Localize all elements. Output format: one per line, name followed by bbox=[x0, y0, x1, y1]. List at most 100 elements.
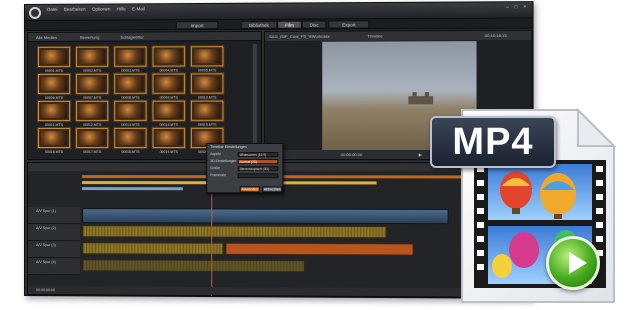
page-fold bbox=[577, 107, 617, 147]
clip-thumbnail-label: 00017.MTS bbox=[83, 150, 102, 155]
menu-file[interactable]: Datei bbox=[47, 7, 58, 12]
screenshot-stage: Datei Bearbeiten Optionen Hilfe E-Mail –… bbox=[0, 0, 632, 310]
tab-export[interactable]: Export bbox=[328, 20, 370, 29]
clip-thumbnail-label: 00009.MTS bbox=[159, 95, 178, 100]
clip-thumbnail-image bbox=[41, 103, 68, 118]
menu-options[interactable]: Optionen bbox=[92, 7, 110, 12]
window-controls[interactable]: – □ × bbox=[506, 4, 528, 10]
dialog-title: Timeline Einstellungen bbox=[210, 144, 247, 149]
clip-thumbnail-image bbox=[194, 76, 221, 91]
clip-thumbnail-image bbox=[155, 76, 182, 91]
preview-timecode: 00:10:18:15 bbox=[484, 32, 507, 39]
clip-thumbnail[interactable]: 00013.MTS bbox=[114, 100, 147, 127]
clip-thumbnail[interactable]: 00014.MTS bbox=[152, 100, 185, 127]
dialog-select-3d[interactable]: Normal (2D) bbox=[237, 159, 279, 165]
pinnacle-logo-icon[interactable] bbox=[28, 6, 42, 19]
clip-thumbnail-label: 00010.MTS bbox=[198, 95, 217, 100]
audio-clip-track-3[interactable] bbox=[82, 242, 224, 255]
clip-thumbnail[interactable]: 00016.MTS bbox=[37, 127, 71, 154]
audio-clip-track-4[interactable] bbox=[82, 259, 305, 273]
dialog-label-3d: 3D-Einstellungen bbox=[210, 159, 237, 164]
clip-thumbnail-image bbox=[155, 49, 182, 64]
preview-header: SAG_ISIF_Cord_P5_%Workcase Timeline 00:1… bbox=[265, 30, 532, 41]
dialog-cancel-button[interactable]: Abbrechen bbox=[262, 186, 283, 193]
preview-tab-timeline[interactable]: Timeline bbox=[367, 33, 382, 38]
dialog-select-aspect[interactable]: Widescreen (16:9) bbox=[237, 152, 279, 158]
clip-thumbnail-image bbox=[41, 76, 68, 91]
timeline-start-timecode: 00:00:00:00 bbox=[35, 288, 56, 293]
clip-thumbnail[interactable]: 00010.MTS bbox=[190, 73, 224, 100]
clip-thumbnail[interactable]: 00008.MTS bbox=[114, 73, 147, 100]
track-label-4[interactable]: A/V Spur (4) bbox=[27, 258, 81, 276]
dialog-label-size: Größe bbox=[210, 166, 220, 171]
clip-thumbnail[interactable]: 00001.MTS bbox=[37, 46, 71, 73]
dialog-select-size[interactable]: Stereoskopisch (3D) bbox=[237, 166, 279, 172]
clip-thumbnail-label: 00016.MTS bbox=[44, 150, 64, 155]
library-scrollbar[interactable] bbox=[252, 44, 257, 156]
play-icon[interactable]: ▶ bbox=[419, 152, 422, 157]
tab-library[interactable]: Bibliothek bbox=[240, 20, 278, 29]
clip-thumbnail-image bbox=[194, 103, 221, 118]
library-toolbar: Alle Medien Bewertung Schlagwörter bbox=[27, 31, 262, 42]
library-filter-all[interactable]: Alle Medien bbox=[36, 35, 57, 40]
preview-image-tower-left bbox=[412, 92, 417, 98]
track-label-2[interactable]: A/V Spur (2) bbox=[27, 224, 81, 242]
dialog-apply-button[interactable]: Anwenden bbox=[239, 186, 260, 193]
clip-thumbnail-image bbox=[155, 103, 182, 118]
clip-thumbnail-image bbox=[41, 49, 68, 64]
clip-thumbnail-label: 00004.MTS bbox=[159, 68, 178, 73]
clip-thumbnail-image bbox=[79, 130, 106, 145]
clip-thumbnail-image bbox=[117, 76, 144, 91]
clip-thumbnail[interactable]: 00015.MTS bbox=[190, 100, 224, 127]
clip-thumbnail[interactable]: 00011.MTS bbox=[37, 100, 71, 127]
dialog-label-aspect: Aspekt bbox=[210, 152, 221, 157]
tab-movie[interactable]: Film bbox=[277, 20, 302, 29]
clip-thumbnail[interactable]: 00017.MTS bbox=[76, 127, 109, 154]
clip-thumbnail[interactable]: 00005.MTS bbox=[190, 46, 224, 72]
clip-thumbnail[interactable]: 00006.MTS bbox=[37, 73, 71, 100]
video-clip-track-1[interactable] bbox=[82, 208, 449, 225]
clip-thumbnail[interactable]: 00003.MTS bbox=[114, 46, 147, 73]
transport-timecode-start: 00:00:00:00 bbox=[340, 152, 363, 158]
tab-import[interactable]: Import bbox=[175, 21, 219, 30]
menu-help[interactable]: Hilfe bbox=[117, 6, 126, 11]
library-filter-tags[interactable]: Schlagwörter bbox=[120, 34, 144, 39]
clip-thumbnail-image bbox=[155, 130, 182, 145]
clip-thumbnail-label: 00011.MTS bbox=[45, 122, 63, 127]
dialog-label-framerate: Framerate bbox=[210, 173, 227, 178]
clip-thumbnail-label: 00015.MTS bbox=[198, 122, 217, 127]
track-label-1[interactable]: A/V Spur (1) bbox=[27, 207, 81, 225]
clip-thumbnail-label: 00005.MTS bbox=[198, 68, 217, 73]
clip-thumbnail-label: 00007.MTS bbox=[83, 95, 102, 100]
clip-thumbnail-image bbox=[79, 76, 106, 91]
clip-thumbnail-label: 00006.MTS bbox=[44, 95, 64, 100]
tab-disc[interactable]: Disc bbox=[301, 20, 327, 29]
clip-thumbnail-label: 00002.MTS bbox=[83, 68, 102, 73]
title-clip-track-3[interactable] bbox=[225, 242, 414, 256]
play-icon[interactable] bbox=[546, 236, 600, 290]
timeline-settings-dialog: Timeline Einstellungen Aspekt Widescreen… bbox=[206, 142, 284, 194]
clip-grid: 00001.MTS 00002.MTS 00003.MTS 00004.MTS 0000… bbox=[37, 46, 230, 159]
clip-thumbnail[interactable]: 00018.MTS bbox=[114, 127, 147, 154]
timeline-overview-video-bar bbox=[82, 187, 183, 191]
clip-thumbnail[interactable]: 00009.MTS bbox=[152, 73, 185, 100]
clip-thumbnail-image bbox=[41, 130, 68, 145]
menu-edit[interactable]: Bearbeiten bbox=[64, 7, 86, 12]
clip-thumbnail-label: 00018.MTS bbox=[121, 150, 140, 155]
clip-thumbnail-label: 00019.MTS bbox=[159, 150, 178, 155]
clip-thumbnail[interactable]: 00002.MTS bbox=[76, 46, 109, 73]
clip-thumbnail-label: 00008.MTS bbox=[121, 95, 140, 100]
clip-thumbnail[interactable]: 00004.MTS bbox=[152, 46, 185, 73]
clip-thumbnail[interactable]: 00012.MTS bbox=[76, 100, 109, 127]
dialog-select-framerate[interactable] bbox=[237, 173, 279, 179]
track-label-3[interactable]: A/V Spur (3) bbox=[27, 241, 81, 259]
clip-thumbnail-image bbox=[117, 130, 144, 145]
clip-thumbnail[interactable]: 00007.MTS bbox=[76, 73, 109, 100]
library-filter-rating[interactable]: Bewertung bbox=[80, 35, 99, 40]
audio-clip-track-2[interactable] bbox=[82, 225, 387, 239]
clip-thumbnail[interactable]: 00019.MTS bbox=[152, 127, 185, 154]
clip-thumbnail-image bbox=[194, 49, 221, 64]
mp4-badge: MP4 bbox=[430, 116, 556, 168]
clip-thumbnail-label: 00003.MTS bbox=[121, 68, 140, 73]
menu-email[interactable]: E-Mail bbox=[132, 6, 145, 11]
